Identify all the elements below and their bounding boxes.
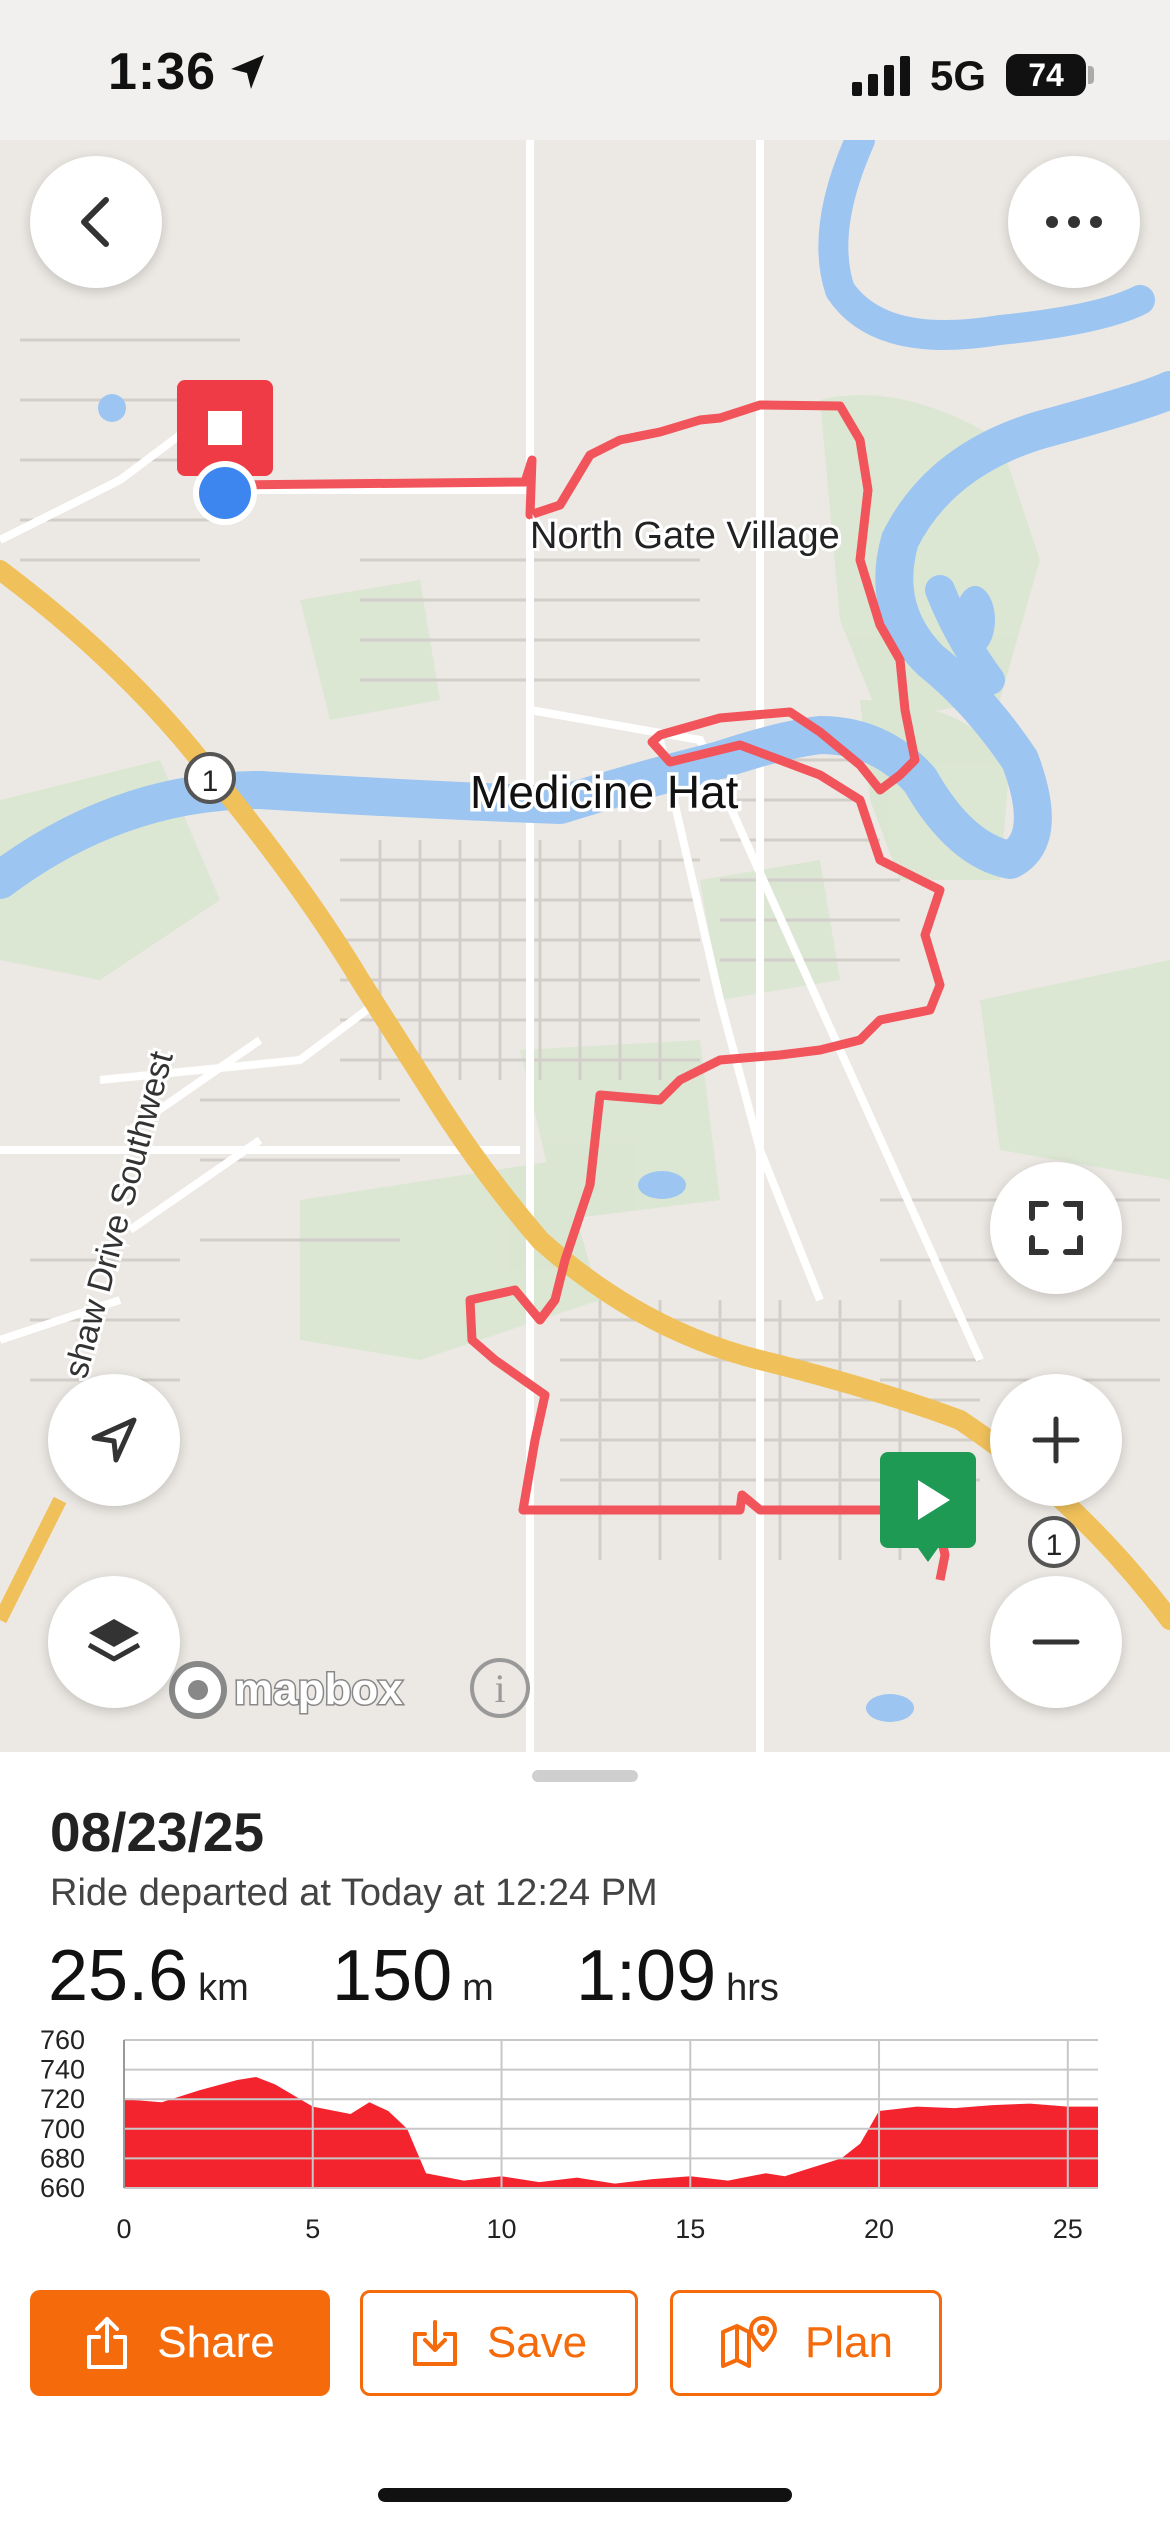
duration-unit: hrs	[726, 1967, 779, 2009]
battery-cap	[1088, 66, 1094, 84]
more-options-button[interactable]	[1008, 156, 1140, 288]
location-arrow-icon	[231, 55, 264, 89]
duration-value: 1:09	[576, 1936, 717, 2016]
y-tick-label: 660	[40, 2173, 85, 2203]
map-layers-button[interactable]	[48, 1576, 180, 1708]
zoom-in-button[interactable]	[990, 1374, 1122, 1506]
locate-me-button[interactable]	[48, 1374, 180, 1506]
map-view[interactable]: 1 1 North Gate Village Medicine Hat shaw…	[0, 140, 1170, 1752]
x-tick-label: 15	[675, 2214, 705, 2244]
highway-shield-label-west: 1	[202, 765, 219, 798]
svg-text:i: i	[494, 1666, 505, 1711]
fullscreen-icon	[1029, 1201, 1083, 1255]
network-type: 5G	[930, 52, 987, 99]
current-location-dot	[193, 461, 257, 525]
y-tick-label: 720	[40, 2084, 85, 2114]
distance-value: 25.6	[48, 1936, 189, 2016]
elevation-chart[interactable]: 760740720700680660 0 5 10 15 20 25	[40, 2020, 1150, 2250]
sheet-drag-handle[interactable]	[532, 1770, 638, 1782]
map-pin-icon	[719, 2314, 777, 2372]
x-tick-label: 25	[1053, 2214, 1083, 2244]
share-label: Share	[157, 2318, 275, 2367]
mapbox-logo[interactable]: mapbox	[169, 1661, 405, 1719]
elevation-stat: 150 m	[332, 1935, 494, 2017]
map-canvas[interactable]: 1 1 North Gate Village Medicine Hat shaw…	[0, 140, 1170, 1752]
mapbox-wordmark: mapbox	[234, 1665, 403, 1714]
y-tick-label: 700	[40, 2114, 85, 2144]
save-label: Save	[486, 2318, 588, 2367]
elevation-value: 150	[332, 1936, 453, 2016]
y-tick-label: 740	[40, 2055, 85, 2085]
duration-stat: 1:09 hrs	[576, 1935, 779, 2017]
chevron-left-icon	[81, 197, 109, 247]
elevation-area	[124, 2077, 1098, 2188]
label-north-gate-village: North Gate Village	[530, 515, 840, 557]
layers-icon	[87, 1619, 141, 1662]
x-tick-label: 10	[486, 2214, 516, 2244]
highway-1-shield-west: 1	[184, 752, 236, 804]
zoom-out-button[interactable]	[990, 1576, 1122, 1708]
save-button[interactable]: Save	[360, 2290, 638, 2396]
status-bar: 1:36 5G 74	[0, 0, 1170, 140]
highway-shield-label-east: 1	[1046, 1529, 1063, 1562]
distance-unit: km	[198, 1967, 249, 2009]
plan-label: Plan	[804, 2318, 894, 2367]
navigation-arrow-icon	[91, 1417, 137, 1463]
x-tick-label: 20	[864, 2214, 894, 2244]
share-button[interactable]: Share	[30, 2290, 330, 2396]
share-icon	[85, 2315, 129, 2371]
x-tick-label: 0	[116, 2214, 131, 2244]
battery-level: 74	[1028, 56, 1064, 93]
highway-1-shield-east: 1	[1028, 1516, 1080, 1568]
home-indicator	[378, 2488, 792, 2502]
y-tick-label: 760	[40, 2025, 85, 2055]
label-medicine-hat: Medicine Hat	[470, 766, 739, 818]
info-icon[interactable]: i	[470, 1658, 530, 1718]
minus-icon	[1032, 1639, 1080, 1645]
y-tick-label: 680	[40, 2143, 85, 2173]
battery-icon: 74	[1006, 54, 1086, 96]
plus-icon	[1032, 1416, 1080, 1464]
label-drive-southwest: shaw Drive Southwest	[57, 1047, 181, 1382]
start-marker[interactable]	[880, 1452, 976, 1562]
plan-button[interactable]: Plan	[670, 2290, 942, 2396]
distance-stat: 25.6 km	[48, 1935, 249, 2017]
ride-date: 08/23/25	[50, 1801, 265, 1863]
highway-west	[0, 1496, 67, 1624]
ride-departure-text: Ride departed at Today at 12:24 PM	[50, 1872, 658, 1914]
fullscreen-button[interactable]	[990, 1162, 1122, 1294]
elevation-unit: m	[462, 1967, 494, 2009]
back-button[interactable]	[30, 156, 162, 288]
signal-icon	[852, 56, 910, 96]
download-icon	[411, 2318, 459, 2368]
ellipsis-icon	[1046, 216, 1102, 228]
x-tick-label: 5	[305, 2214, 320, 2244]
status-time: 1:36	[108, 43, 217, 101]
